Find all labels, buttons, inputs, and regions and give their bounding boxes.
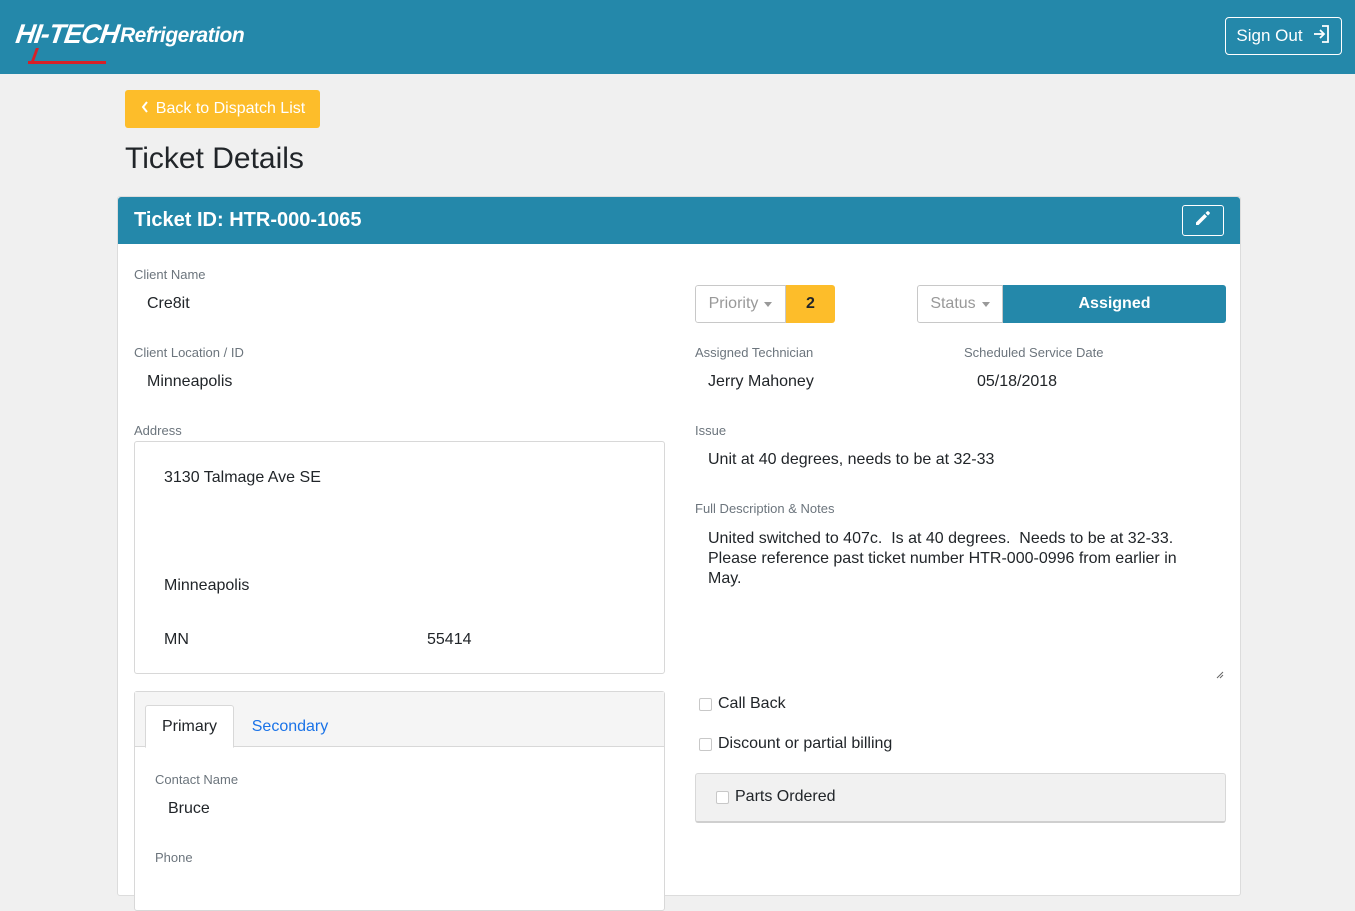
status-dropdown-label: Status xyxy=(930,295,976,312)
contact-tabs: Primary Secondary xyxy=(135,692,664,748)
address-box: 3130 Talmage Ave SE Minneapolis MN 55414 xyxy=(134,441,665,674)
client-name-value: Cre8it xyxy=(147,295,190,312)
status-dropdown[interactable]: Status xyxy=(917,285,1003,323)
call-back-label: Call Back xyxy=(718,695,786,712)
ticket-card-header: Ticket ID: HTR-000-1065 xyxy=(118,197,1240,244)
client-name-label: Client Name xyxy=(134,267,206,282)
technician-value: Jerry Mahoney xyxy=(708,373,814,390)
discount-label: Discount or partial billing xyxy=(718,735,893,752)
top-navbar: HI-TECH Refrigeration Sign Out xyxy=(0,0,1355,74)
parts-ordered-panel: Parts Ordered xyxy=(695,773,1226,823)
notes-label: Full Description & Notes xyxy=(695,501,835,516)
parts-ordered-checkbox[interactable] xyxy=(716,790,729,804)
logo-secondary-text: Refrigeration xyxy=(120,24,245,47)
hi-tech-logo[interactable]: HI-TECH Refrigeration xyxy=(13,18,245,68)
technician-label: Assigned Technician xyxy=(695,345,814,360)
service-date-value: 05/18/2018 xyxy=(977,373,1058,390)
issue-label: Issue xyxy=(695,423,727,438)
back-to-dispatch-button[interactable]: Back to Dispatch List xyxy=(125,90,320,128)
priority-dropdown[interactable]: Priority xyxy=(695,285,786,323)
ticket-id: Ticket ID: HTR-000-1065 xyxy=(134,209,362,231)
service-date-label: Scheduled Service Date xyxy=(964,345,1104,360)
address-zip: 55414 xyxy=(427,631,472,648)
parts-ordered-label: Parts Ordered xyxy=(735,788,836,805)
contact-name-value: Bruce xyxy=(168,800,210,817)
priority-value: 2 xyxy=(786,285,835,323)
contact-name-label: Contact Name xyxy=(155,772,239,787)
priority-group: Priority 2 xyxy=(695,285,835,323)
parts-ordered-checkbox-row[interactable]: Parts Ordered xyxy=(716,788,835,806)
page-title: Ticket Details xyxy=(125,142,304,175)
notes-text: United switched to 407c. Is at 40 degree… xyxy=(708,530,1183,587)
sign-out-icon xyxy=(1311,24,1331,49)
address-label: Address xyxy=(134,423,182,438)
sign-out-label: Sign Out xyxy=(1236,26,1303,45)
status-group: Status Assigned xyxy=(917,285,1226,323)
caret-down-icon xyxy=(981,301,990,307)
tab-primary[interactable]: Primary xyxy=(145,705,234,748)
sign-out-button[interactable]: Sign Out xyxy=(1225,17,1342,55)
address-state: MN xyxy=(164,631,189,648)
discount-checkbox[interactable] xyxy=(699,737,712,751)
chevron-left-icon xyxy=(140,100,150,119)
status-value: Assigned xyxy=(1003,285,1226,323)
back-label: Back to Dispatch List xyxy=(155,100,306,117)
contact-card: Primary Secondary Contact Name Bruce Pho… xyxy=(134,691,665,911)
logo-primary-text: HI-TECH xyxy=(13,19,121,49)
issue-value: Unit at 40 degrees, needs to be at 32-33 xyxy=(708,451,995,468)
discount-checkbox-row[interactable]: Discount or partial billing xyxy=(699,735,892,753)
call-back-checkbox[interactable] xyxy=(699,697,712,711)
edit-ticket-button[interactable] xyxy=(1182,205,1224,236)
tab-secondary[interactable]: Secondary xyxy=(241,705,339,748)
ticket-card: Ticket ID: HTR-000-1065 Client Name Cre8… xyxy=(117,196,1241,911)
notes-textarea[interactable]: United switched to 407c. Is at 40 degree… xyxy=(695,519,1226,679)
priority-dropdown-label: Priority xyxy=(708,295,759,312)
logo-red-stripe xyxy=(28,61,106,64)
client-location-value: Minneapolis xyxy=(147,373,233,390)
client-location-label: Client Location / ID xyxy=(134,345,244,360)
caret-down-icon xyxy=(764,301,773,307)
call-back-checkbox-row[interactable]: Call Back xyxy=(699,695,786,713)
pencil-icon xyxy=(1194,209,1212,232)
address-street: 3130 Talmage Ave SE xyxy=(164,469,321,486)
resize-grip-icon[interactable] xyxy=(1216,666,1224,679)
phone-label: Phone xyxy=(155,850,193,865)
address-city: Minneapolis xyxy=(164,577,250,594)
